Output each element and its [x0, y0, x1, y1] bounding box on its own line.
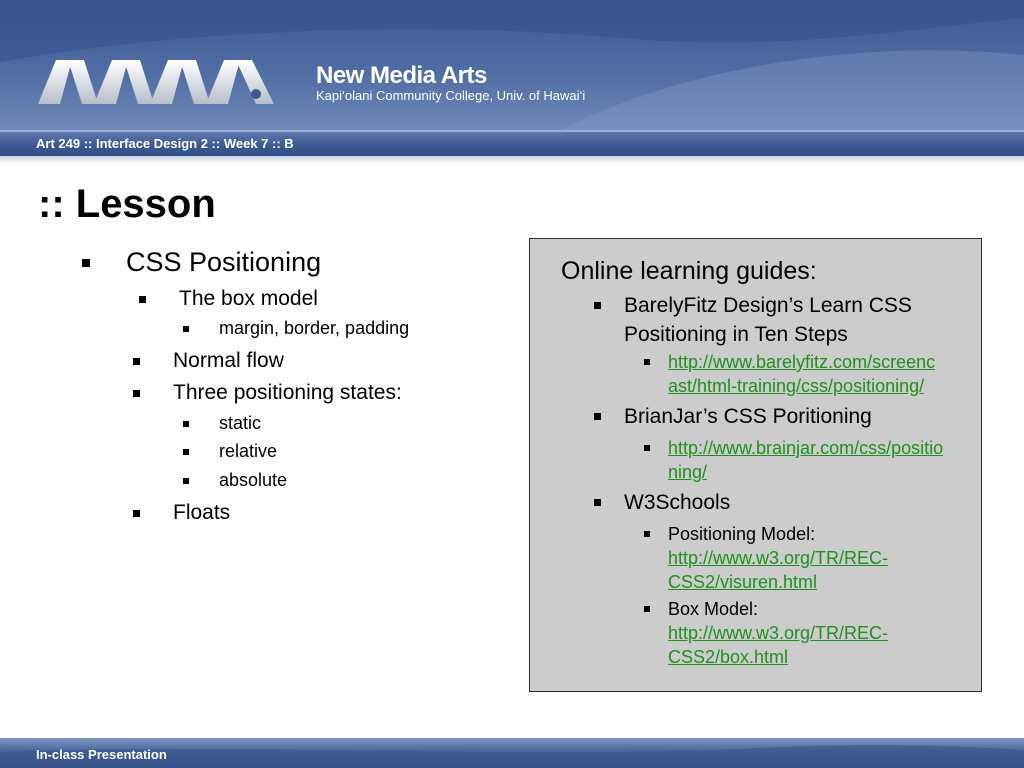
bullet-icon: [594, 302, 601, 309]
outline-states-heading: Three positioning states:: [173, 381, 402, 404]
list-item: static: [183, 413, 262, 434]
list-item: Three positioning states:: [133, 381, 402, 405]
list-item: W3Schools: [594, 488, 964, 517]
bullet-icon: [183, 449, 189, 455]
brainjar-link-line1: http://www.brainjar.com/css/positio: [668, 438, 944, 458]
lesson-outline: CSS Positioning The box model margin, bo…: [0, 0, 520, 768]
guides-heading: Online learning guides:: [561, 257, 817, 285]
outline-state: static: [219, 413, 262, 433]
footer-label: In-class Presentation: [36, 747, 167, 762]
outline-floats: Floats: [173, 501, 231, 524]
bullet-icon: [183, 478, 189, 484]
w3-positioning-label: Positioning Model:: [668, 524, 816, 544]
list-item: Floats: [133, 501, 231, 525]
list-item: Normal flow: [133, 349, 284, 373]
list-item: absolute: [183, 470, 288, 491]
list-item: BarelyFitz Design’s Learn CSS Positionin…: [594, 291, 964, 349]
online-guides-panel: Online learning guides: BarelyFitz Desig…: [529, 238, 982, 692]
guide-brainjar-title: BrianJar’s CSS Poritioning: [624, 405, 872, 428]
w3-box-link-line2: CSS2/box.html: [668, 647, 789, 667]
w3-box-link[interactable]: http://www.w3.org/TR/REC- CSS2/box.html: [668, 623, 888, 667]
outline-state: absolute: [219, 470, 288, 490]
w3-positioning-link[interactable]: http://www.w3.org/TR/REC- CSS2/visuren.h…: [668, 548, 888, 592]
list-item: http://www.barelyfitz.com/screenc ast/ht…: [644, 350, 978, 398]
outline-normal-flow: Normal flow: [173, 349, 284, 372]
barelyfitz-link[interactable]: http://www.barelyfitz.com/screenc ast/ht…: [668, 352, 935, 396]
barelyfitz-link-line2: ast/html-training/css/positioning/: [668, 376, 925, 396]
outline-box-model-parts: margin, border, padding: [219, 318, 410, 338]
bullet-icon: [133, 510, 140, 517]
outline-state: relative: [219, 441, 278, 461]
list-item: Positioning Model: http://www.w3.org/TR/…: [644, 522, 978, 594]
bullet-icon: [644, 531, 650, 537]
w3-positioning-link-line1: http://www.w3.org/TR/REC-: [668, 548, 889, 568]
brainjar-link-line2: ning/: [668, 462, 708, 482]
w3-box-label: Box Model:: [668, 599, 759, 619]
guide-w3schools-title: W3Schools: [624, 491, 731, 514]
list-item: BrianJar’s CSS Poritioning: [594, 402, 964, 431]
bullet-icon: [139, 296, 146, 303]
bullet-icon: [183, 421, 189, 427]
bullet-icon: [594, 499, 601, 506]
list-item: Box Model: http://www.w3.org/TR/REC- CSS…: [644, 597, 978, 669]
w3-positioning-link-line2: CSS2/visuren.html: [668, 572, 818, 592]
list-item: http://www.brainjar.com/css/positio ning…: [644, 436, 978, 484]
guide-barelyfitz-title-line2: Positioning in Ten Steps: [624, 323, 848, 346]
brainjar-link[interactable]: http://www.brainjar.com/css/positio ning…: [668, 438, 943, 482]
outline-topic: CSS Positioning: [126, 247, 322, 277]
bullet-icon: [82, 259, 90, 267]
list-item: The box model: [139, 287, 318, 311]
bullet-icon: [183, 326, 189, 332]
list-item: margin, border, padding: [183, 318, 410, 339]
w3-box-link-line1: http://www.w3.org/TR/REC-: [668, 623, 889, 643]
bullet-icon: [594, 413, 601, 420]
bullet-icon: [644, 445, 650, 451]
outline-box-model: The box model: [179, 287, 318, 310]
barelyfitz-link-line1: http://www.barelyfitz.com/screenc: [668, 352, 936, 372]
list-item: relative: [183, 441, 278, 462]
guide-barelyfitz-title-line1: BarelyFitz Design’s Learn CSS: [624, 294, 912, 317]
list-item: CSS Positioning: [82, 247, 322, 278]
bullet-icon: [133, 358, 140, 365]
footer-bar: In-class Presentation: [0, 738, 1024, 768]
bullet-icon: [644, 606, 650, 612]
bullet-icon: [133, 390, 140, 397]
bullet-icon: [644, 359, 650, 365]
